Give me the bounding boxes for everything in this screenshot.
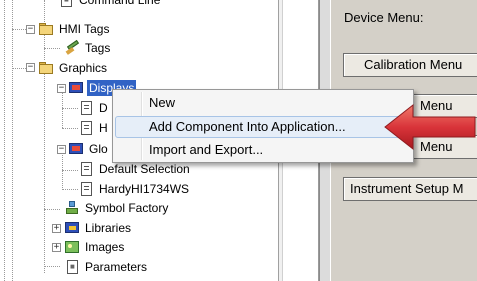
tree-item-hmi-tags[interactable]: HMI Tags: [38, 20, 111, 38]
display-icon: [68, 80, 84, 96]
calibration-menu-button[interactable]: Calibration Menu: [343, 53, 477, 77]
tree-guide-line: [62, 189, 78, 190]
menu-item-new[interactable]: New: [115, 92, 411, 114]
document-icon: [78, 120, 94, 136]
tree-item-command-line[interactable]: Command Line: [58, 0, 162, 9]
collapse-icon[interactable]: −: [57, 84, 66, 93]
collapse-icon[interactable]: −: [26, 63, 35, 72]
tags-icon: [64, 39, 80, 56]
document-icon: [78, 100, 94, 116]
document-icon: [78, 161, 94, 177]
tree-guide-line: [4, 0, 5, 281]
collapse-icon[interactable]: −: [57, 145, 66, 154]
tree-item-images[interactable]: Images: [64, 238, 126, 256]
collapse-icon[interactable]: −: [26, 25, 35, 34]
tree-item-display-h[interactable]: H: [78, 119, 110, 137]
libraries-icon: [64, 220, 80, 236]
symbol-factory-icon: [64, 200, 80, 216]
tree-item-libraries[interactable]: Libraries: [64, 219, 133, 237]
menu-item-add-component[interactable]: Add Component Into Application...: [115, 116, 411, 138]
images-icon: [64, 239, 80, 255]
tree-item-global[interactable]: Glo: [68, 140, 110, 158]
tree-item-graphics[interactable]: Graphics: [38, 59, 109, 77]
tree-guide-line: [44, 68, 45, 273]
tree-guide-line: [62, 128, 78, 129]
context-menu: New Add Component Into Application... Im…: [112, 89, 414, 163]
instrument-setup-menu-button[interactable]: Instrument Setup M: [343, 177, 477, 201]
tree-guide-line: [44, 48, 60, 49]
menu-item-import-export[interactable]: Import and Export...: [115, 139, 411, 161]
tree-guide-line: [12, 0, 13, 281]
expand-icon[interactable]: +: [52, 224, 61, 233]
tree-item-tags[interactable]: Tags: [64, 39, 112, 57]
tree-guide-line: [44, 209, 60, 210]
command-line-icon: [58, 0, 74, 8]
parameters-icon: [64, 259, 80, 275]
device-menu-title: Device Menu:: [344, 10, 424, 25]
tree-guide-line: [62, 170, 78, 171]
folder-icon: [38, 60, 54, 76]
folder-icon: [38, 21, 54, 37]
expand-icon[interactable]: +: [52, 243, 61, 252]
tree-guide-line: [62, 108, 78, 109]
tree-item-hardyhi1734ws[interactable]: HardyHI1734WS: [78, 180, 191, 198]
left-arrow-icon: [384, 103, 476, 151]
document-icon: [78, 181, 94, 197]
tree-item-symbol-factory[interactable]: Symbol Factory: [64, 199, 170, 217]
tree-item-display-d[interactable]: D: [78, 99, 110, 117]
tree-guide-line: [44, 266, 60, 267]
display-icon: [68, 141, 84, 157]
tree-item-parameters[interactable]: Parameters: [64, 258, 149, 276]
